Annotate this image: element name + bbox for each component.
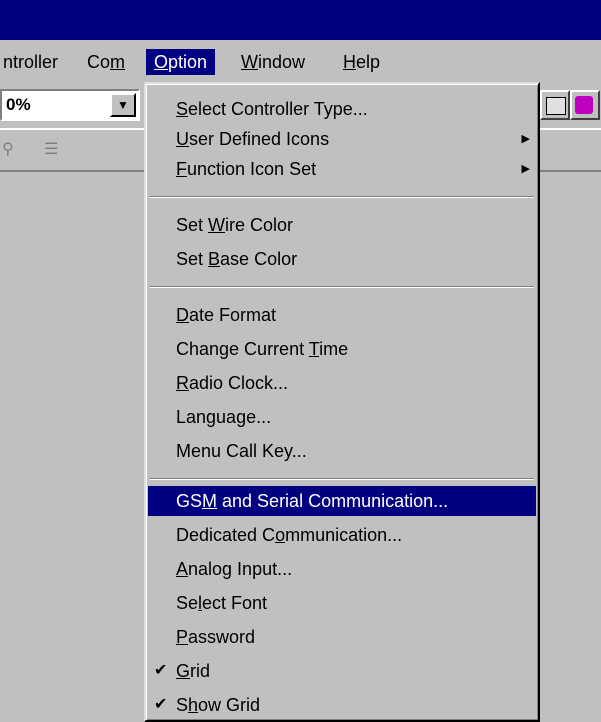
option-menu-dropdown: Select Controller Type... User Defined I…	[144, 82, 540, 722]
item-text-post: unction Icon Set	[187, 159, 317, 179]
s-icon	[575, 96, 593, 114]
menu-help-label-b: elp	[356, 52, 381, 72]
menu-window-label-a: W	[241, 52, 258, 72]
menu-item-show-grid[interactable]: ✔ Show Grid	[148, 690, 536, 720]
menu-item-select-controller-type[interactable]: Select Controller Type...	[148, 94, 536, 124]
menu-item-function-icon-set[interactable]: Function Icon Set ▶	[148, 154, 536, 184]
menu-item-gsm-serial-communication[interactable]: GSM and Serial Communication...	[148, 486, 536, 516]
zoom-value: 0%	[6, 95, 31, 114]
menu-item-user-defined-icons[interactable]: User Defined Icons ▶	[148, 124, 536, 154]
menu-separator	[150, 286, 534, 288]
item-text-ul: B	[208, 249, 221, 269]
menu-item-change-current-time[interactable]: Change Current Time	[148, 334, 536, 364]
menu-item-grid[interactable]: ✔ Grid	[148, 656, 536, 686]
item-text-post: elect Controller Type...	[188, 99, 368, 119]
menu-item-date-format[interactable]: Date Format	[148, 300, 536, 330]
checkmark-icon: ✔	[154, 662, 168, 679]
item-text-ul: S	[176, 99, 189, 119]
item-text-post: and Serial Communication...	[217, 491, 449, 511]
item-text-post: ime	[319, 339, 349, 359]
menu-item-set-wire-color[interactable]: Set Wire Color	[148, 210, 536, 240]
menu-help[interactable]: Help	[340, 49, 383, 75]
item-text-ul: U	[176, 129, 189, 149]
chevron-down-icon: ▼	[117, 98, 129, 112]
menu-option-label-a: O	[154, 52, 169, 72]
menu-option-label-b: ption	[168, 52, 208, 72]
menu-window-label-b: indow	[258, 52, 306, 72]
item-text-ul: M	[202, 491, 218, 511]
menu-item-menu-call-key[interactable]: Menu Call Key...	[148, 436, 536, 466]
item-text-post: nalog Input...	[188, 559, 293, 579]
item-text-post: mmunication...	[285, 525, 403, 545]
item-text-post: assword	[188, 627, 256, 647]
menu-item-radio-clock[interactable]: Radio Clock...	[148, 368, 536, 398]
checkmark-icon: ✔	[154, 696, 168, 713]
menu-item-dedicated-communication[interactable]: Dedicated Communication...	[148, 520, 536, 550]
zoom-combo[interactable]: 0% ▼	[0, 89, 140, 121]
item-text-pre: Change Current	[176, 339, 309, 359]
menu-controller-label: ntroller	[3, 52, 59, 72]
item-text-ul: o	[275, 525, 286, 545]
title-bar	[0, 0, 601, 40]
menu-item-set-base-color[interactable]: Set Base Color	[148, 244, 536, 274]
menu-com-label-a: Co	[87, 52, 111, 72]
item-text-ul: A	[176, 559, 189, 579]
item-text-pre: S	[176, 695, 189, 715]
item-text-pre: GS	[176, 491, 203, 511]
item-text-post: ate Format	[189, 305, 277, 325]
item-text-pre: Language...	[176, 407, 272, 427]
item-text-post: ire Color	[225, 215, 294, 235]
menu-separator	[150, 478, 534, 480]
item-text-post: ser Defined Icons	[189, 129, 330, 149]
item-text-ul: F	[176, 159, 187, 179]
submenu-arrow-icon: ▶	[521, 163, 530, 175]
align-icon[interactable]: ⚲	[2, 139, 14, 159]
item-text-pre: Menu Call Key...	[176, 441, 307, 461]
item-text-pre: Dedicated C	[176, 525, 276, 545]
menu-window[interactable]: Window	[238, 49, 308, 75]
item-text-pre: Se	[176, 593, 199, 613]
menu-bar: ntroller Com Option Window Help	[0, 40, 601, 82]
item-text-post: rid	[190, 661, 211, 681]
menu-item-select-font[interactable]: Select Font	[148, 588, 536, 618]
distribute-icon[interactable]: ☰	[44, 139, 58, 159]
item-text-ul: W	[208, 215, 226, 235]
item-text-ul: R	[176, 373, 189, 393]
item-text-post: adio Clock...	[189, 373, 289, 393]
item-text-ul: D	[176, 305, 189, 325]
menu-help-label-a: H	[343, 52, 356, 72]
zoom-dropdown-button[interactable]: ▼	[110, 93, 136, 117]
item-text-post: ow Grid	[198, 695, 261, 715]
item-text-ul: h	[188, 695, 199, 715]
submenu-arrow-icon: ▶	[521, 133, 530, 145]
item-text-pre: Set	[176, 215, 209, 235]
m-icon	[546, 97, 566, 115]
menu-item-password[interactable]: Password	[148, 622, 536, 652]
menu-separator	[150, 196, 534, 198]
item-text-ul: G	[176, 661, 191, 681]
menu-controller[interactable]: ntroller	[0, 49, 61, 75]
menu-com-label-b: m	[110, 52, 126, 72]
item-text-post: ase Color	[220, 249, 298, 269]
menu-item-analog-input[interactable]: Analog Input...	[148, 554, 536, 584]
item-text-post: ect Font	[202, 593, 268, 613]
item-text-pre: Set	[176, 249, 209, 269]
toolbar-button-m[interactable]	[540, 90, 570, 120]
menu-option[interactable]: Option	[146, 49, 216, 75]
menu-com[interactable]: Com	[84, 49, 128, 75]
menu-item-language[interactable]: Language...	[148, 402, 536, 432]
item-text-ul: P	[176, 627, 189, 647]
item-text-ul: T	[308, 339, 320, 359]
toolbar-button-s[interactable]	[570, 90, 600, 120]
